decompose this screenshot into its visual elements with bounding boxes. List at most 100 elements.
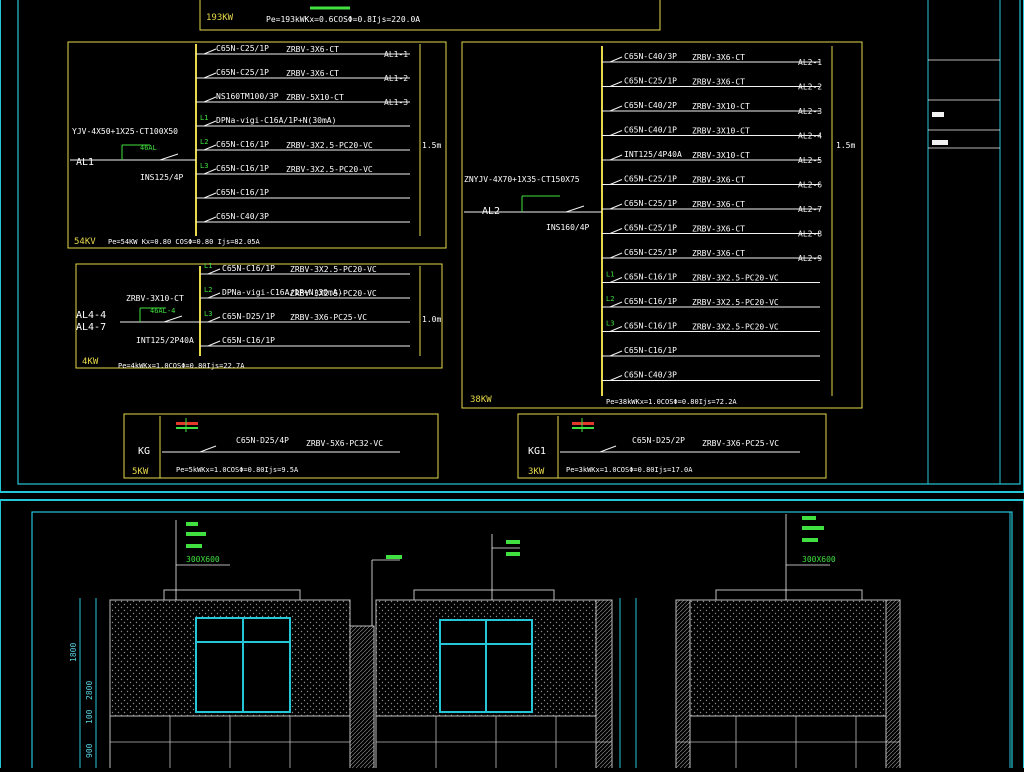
cad-drawing-canvas: 193KW Pe=193kWKx=0.6COSΦ=0.8Ijs=220.0A Y… bbox=[0, 0, 1024, 772]
al1-breaker-label: C65N-C16/1P bbox=[216, 188, 269, 197]
kg1-power: 3KW bbox=[528, 467, 545, 477]
al1-phase-tag: L1 bbox=[200, 114, 208, 122]
al4-right-note: 1.0m bbox=[422, 315, 441, 324]
al2-cable-label: ZRBV-3X2.5-PC20-VC bbox=[692, 298, 779, 307]
al2-cable-label: ZRBV-3X6-CT bbox=[692, 200, 745, 209]
kg-cable: ZRBV-5X6-PC32-VC bbox=[306, 439, 383, 448]
al1-circuit-id: AL1-1 bbox=[384, 50, 408, 59]
al2-circuit-id: AL2-9 bbox=[798, 254, 822, 263]
title-block-mark-2 bbox=[932, 140, 948, 145]
al2-cable-label: ZRBV-3X10-CT bbox=[692, 151, 750, 160]
al2-breaker-label: C65N-C40/3P bbox=[624, 371, 677, 380]
kg1-name: KG1 bbox=[528, 446, 546, 457]
kg1-cable: ZRBV-3X6-PC25-VC bbox=[702, 439, 779, 448]
al2-cable-label: ZRBV-3X2.5-PC20-VC bbox=[692, 274, 779, 283]
dim-100: 100 bbox=[85, 709, 94, 724]
al2-breaker-label: C65N-C40/2P bbox=[624, 101, 677, 110]
al2-cable-label: ZRBV-3X10-CT bbox=[692, 127, 750, 136]
al4-breaker-label: C65N-D25/1P bbox=[222, 312, 275, 321]
al4-breaker-label: C65N-C16/1P bbox=[222, 336, 275, 345]
al1-cable-label: ZRBV-3X6-CT bbox=[286, 45, 339, 54]
al1-cable-label: ZRBV-3X6-CT bbox=[286, 69, 339, 78]
al4-small-label: 46AL-4 bbox=[150, 307, 175, 315]
al2-breaker-label: C65N-C16/1P bbox=[624, 273, 677, 282]
al4-phase-tag: L1 bbox=[204, 262, 212, 270]
al2-breaker-label: C65N-C25/1P bbox=[624, 175, 677, 184]
al2-cable-label: ZRBV-3X10-CT bbox=[692, 102, 750, 111]
al1-breaker-label: C65N-C40/3P bbox=[216, 212, 269, 221]
al2-circuit-id: AL2-7 bbox=[798, 205, 822, 214]
panel-193-power: 193KW bbox=[206, 13, 234, 23]
al2-right-note: 1.5m bbox=[836, 141, 855, 150]
al1-main-breaker: INS125/4P bbox=[140, 173, 184, 182]
al1-right-note: 1.5m bbox=[422, 141, 441, 150]
al2-cable-label: ZRBV-3X6-CT bbox=[692, 176, 745, 185]
kg1-breaker: C65N-D25/2P bbox=[632, 436, 685, 445]
title-block-mark-1 bbox=[932, 112, 944, 117]
al2-cable: ZNYJV-4X70+1X35-CT150X75 bbox=[464, 175, 580, 184]
al4-main-breaker: INT125/2P40A bbox=[136, 336, 194, 345]
kg-breaker: C65N-D25/4P bbox=[236, 436, 289, 445]
al2-phase-tag: L2 bbox=[606, 295, 614, 303]
al2-breaker-label: C65N-C16/1P bbox=[624, 322, 677, 331]
al2-cable-label: ZRBV-3X6-CT bbox=[692, 249, 745, 258]
al1-circuit-id: AL1-2 bbox=[384, 74, 408, 83]
al2-breaker-label: C65N-C25/1P bbox=[624, 248, 677, 257]
al2-circuit-id: AL2-5 bbox=[798, 156, 822, 165]
al1-phase-tag: L3 bbox=[200, 162, 208, 170]
al4-power: 4KW bbox=[82, 357, 99, 367]
al2-breaker-label: C65N-C25/1P bbox=[624, 199, 677, 208]
al4-name1: AL4-4 bbox=[76, 310, 106, 321]
al4-phase-tag: L3 bbox=[204, 310, 212, 318]
al4-cable-label: ZRBV-3X6-PC25-VC bbox=[290, 313, 367, 322]
al2-breaker-label: C65N-C16/1P bbox=[624, 297, 677, 306]
al1-breaker-label: C65N-C16/1P bbox=[216, 140, 269, 149]
al2-phase-tag: L3 bbox=[606, 320, 614, 328]
al2-circuit-id: AL2-3 bbox=[798, 107, 822, 116]
al1-cable: YJV-4X50+1X25-CT100X50 bbox=[72, 127, 178, 136]
al1-small-label: 46AL bbox=[140, 144, 157, 152]
al2-cable-label: ZRBV-3X6-CT bbox=[692, 225, 745, 234]
kg-formula: Pe=5kWKx=1.0COSΦ=0.80Ijs=9.5A bbox=[176, 466, 299, 474]
al2-breaker-label: C65N-C25/1P bbox=[624, 224, 677, 233]
al1-name: AL1 bbox=[76, 157, 94, 168]
al2-breaker-label: C65N-C40/3P bbox=[624, 52, 677, 61]
al2-circuit-id: AL2-4 bbox=[798, 132, 822, 141]
dim-900: 900 bbox=[85, 743, 94, 758]
al2-breaker-label: C65N-C16/1P bbox=[624, 346, 677, 355]
al2-circuit-id: AL2-2 bbox=[798, 83, 822, 92]
al4-phase-tag: L2 bbox=[204, 286, 212, 294]
panel-193-formula: Pe=193kWKx=0.6COSΦ=0.8Ijs=220.0A bbox=[266, 15, 420, 24]
al1-formula: Pe=54KW Kx=0.80 COSΦ=0.80 Ijs=82.05A bbox=[108, 238, 261, 246]
al4-breaker-label: C65N-C16/1P bbox=[222, 264, 275, 273]
cad-svg: 193KW Pe=193kWKx=0.6COSΦ=0.8Ijs=220.0A Y… bbox=[0, 0, 1024, 772]
al1-breaker-label: C65N-C25/1P bbox=[216, 68, 269, 77]
al1-breaker-label: NS160TM100/3P bbox=[216, 92, 279, 101]
al1-breaker-label: DPNa-vigi-C16A/1P+N(30mA) bbox=[216, 116, 336, 125]
al2-cable-label: ZRBV-3X2.5-PC20-VC bbox=[692, 323, 779, 332]
dim-2800: 2800 bbox=[85, 681, 94, 700]
dim-1800: 1800 bbox=[69, 643, 78, 662]
al1-phase-tag: L2 bbox=[200, 138, 208, 146]
al2-main-breaker: INS160/4P bbox=[546, 223, 590, 232]
al4-name2: AL4-7 bbox=[76, 322, 106, 333]
al1-cable-label: ZRBV-3X2.5-PC20-VC bbox=[286, 165, 373, 174]
al2-phase-tag: L1 bbox=[606, 271, 614, 279]
al2-formula: Pe=38kWKx=1.0COSΦ=0.80Ijs=72.2A bbox=[606, 398, 737, 406]
al1-breaker-label: C65N-C16/1P bbox=[216, 164, 269, 173]
kg-name: KG bbox=[138, 446, 150, 457]
al2-breaker-label: INT125/4P40A bbox=[624, 150, 682, 159]
kg-power: 5KW bbox=[132, 467, 149, 477]
al2-circuit-id: AL2-1 bbox=[798, 58, 822, 67]
al1-breaker-label: C65N-C25/1P bbox=[216, 44, 269, 53]
al2-cable-label: ZRBV-3X6-CT bbox=[692, 78, 745, 87]
al4-cable-label: ZRBV-3X2.5-PC20-VC bbox=[290, 289, 377, 298]
al2-cable-label: ZRBV-3X6-CT bbox=[692, 53, 745, 62]
al2-power: 38KW bbox=[470, 395, 492, 405]
al1-cable-label: ZRBV-5X10-CT bbox=[286, 93, 344, 102]
al4-formula: Pe=4kWKx=1.0COSΦ=0.80Ijs=22.7A bbox=[118, 362, 245, 370]
al2-breaker-label: C65N-C40/1P bbox=[624, 126, 677, 135]
al1-power: 54KV bbox=[74, 237, 96, 247]
tile-label-left: 300X600 bbox=[186, 555, 220, 564]
kg1-formula: Pe=3kWKx=1.0COSΦ=0.80Ijs=17.0A bbox=[566, 466, 693, 474]
